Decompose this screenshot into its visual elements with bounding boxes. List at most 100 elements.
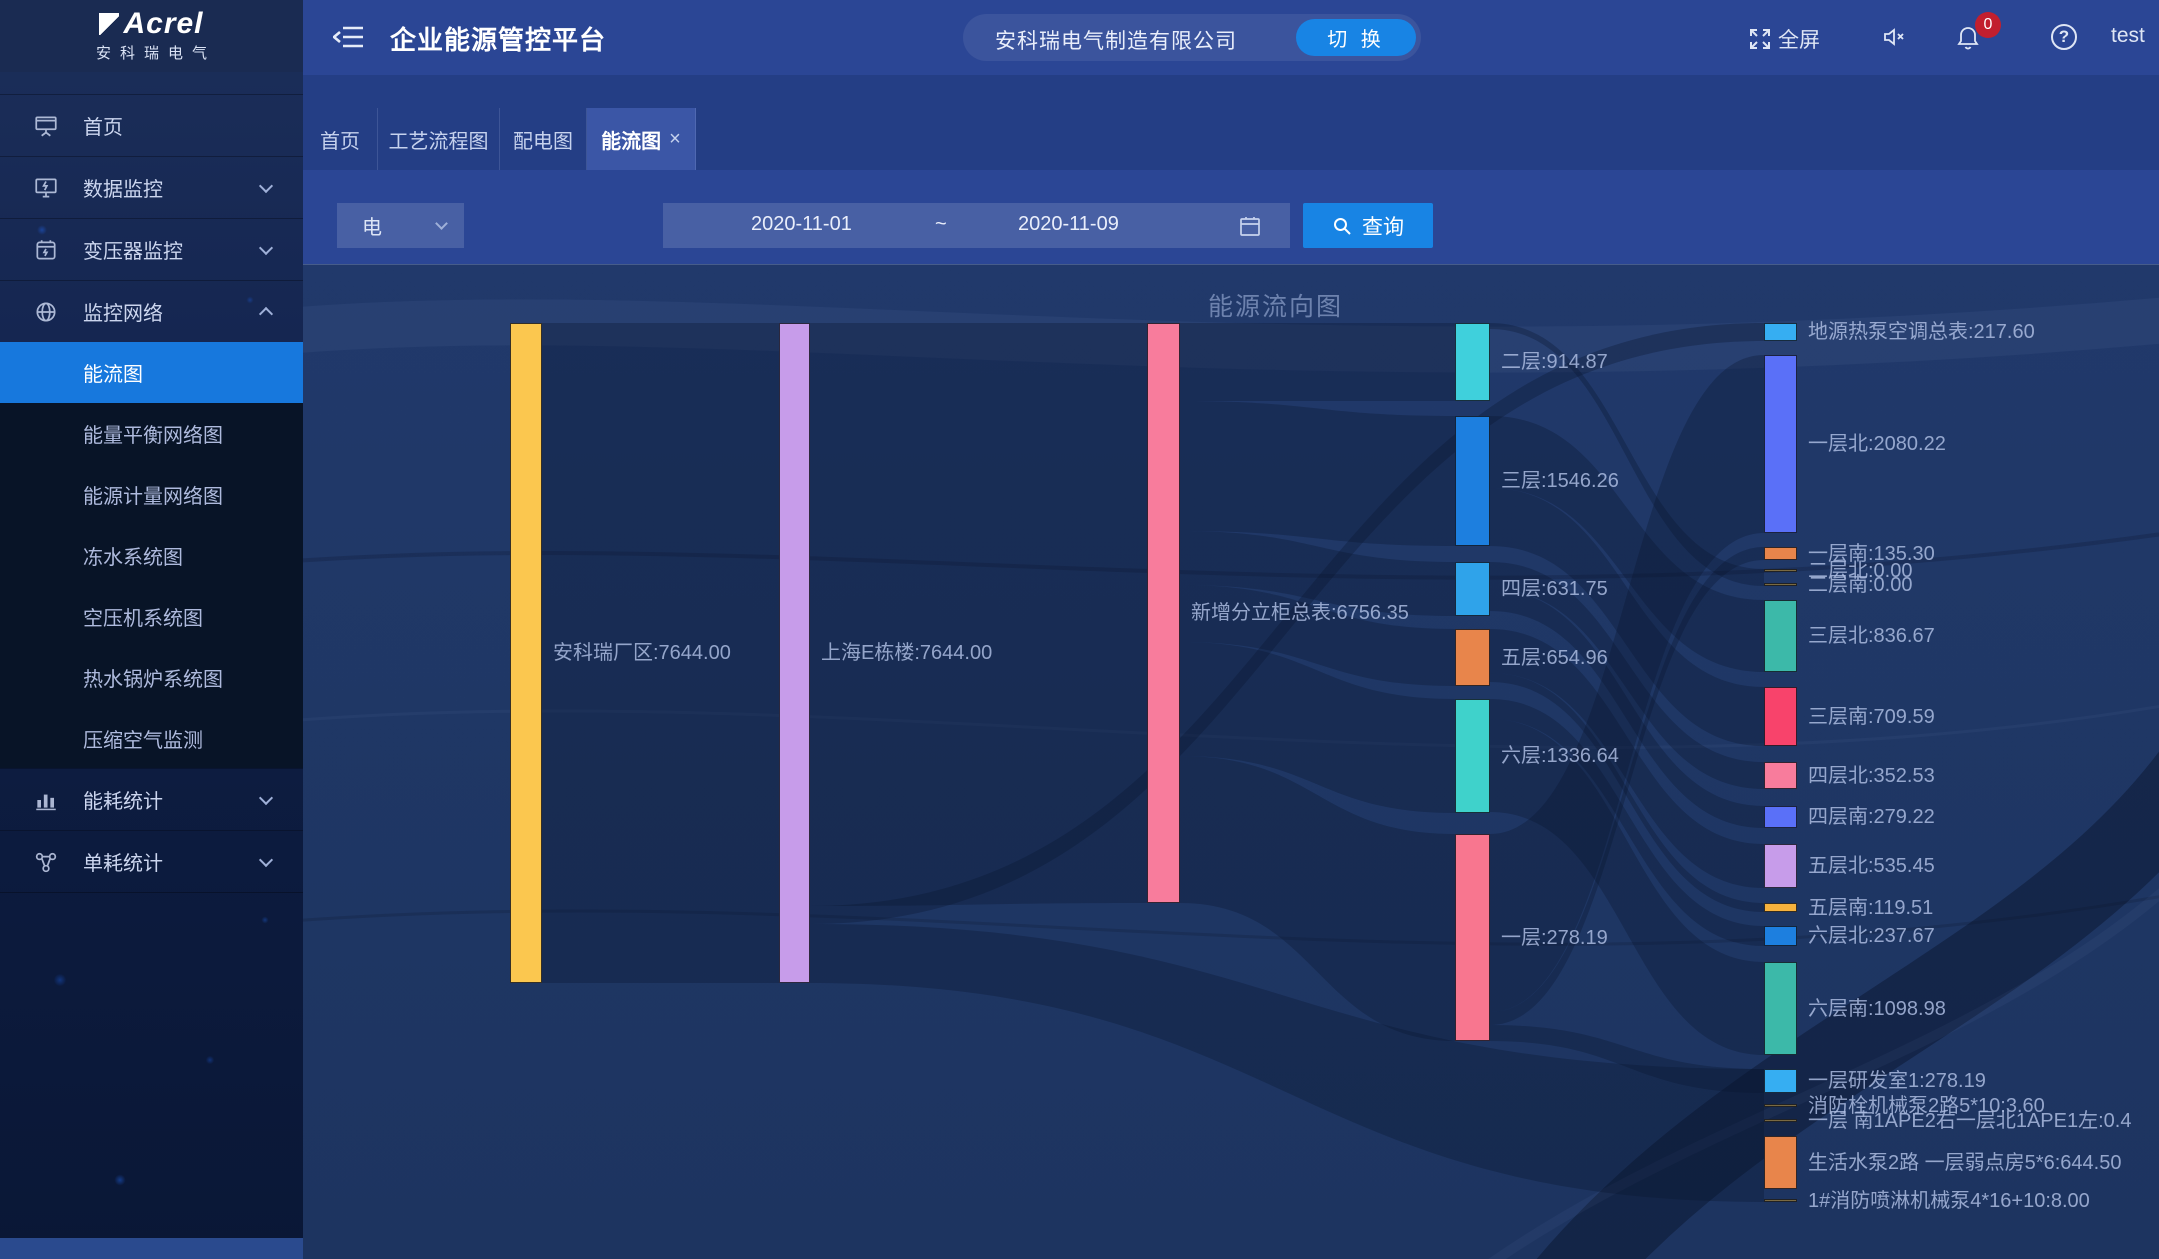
sankey-node[interactable] [1455, 834, 1490, 1041]
sankey-chart: 能源流向图 安科瑞厂区:7644.00上海E栋楼:7644.00新增分立柜总表:… [303, 264, 2159, 1259]
tab-process-flow[interactable]: 工艺流程图 [378, 108, 500, 170]
sankey-node-label: 上海E栋楼:7644.00 [821, 639, 992, 667]
sankey-node[interactable] [1764, 903, 1797, 912]
sankey-node-label: 三层南:709.59 [1808, 703, 1935, 731]
sankey-node[interactable] [1764, 844, 1797, 888]
chevron-down-icon [259, 852, 273, 866]
sankey-node-label: 一层:278.19 [1501, 924, 1608, 952]
sidebar-item-unit-consumption-stats[interactable]: 单耗统计 [0, 830, 303, 892]
switch-company-button[interactable]: 切 换 [1296, 19, 1416, 56]
linked-nodes-icon [33, 849, 59, 875]
sankey-node[interactable] [1764, 926, 1797, 946]
fullscreen-expand-icon [1748, 27, 1772, 51]
main-area: 企业能源管控平台 安科瑞电气制造有限公司 切 换 全屏 0 ? test 首页 … [303, 0, 2159, 1259]
sankey-node-label: 四层:631.75 [1501, 575, 1608, 603]
date-start-value: 2020-11-01 [751, 213, 852, 236]
sidebar-item-transformer-monitoring[interactable]: 变压器监控 [0, 218, 303, 280]
sankey-node[interactable] [1764, 323, 1797, 341]
tab-label: 配电图 [513, 125, 573, 154]
sankey-node-label: 一层 南1APE2右一层北1APE1左:0.4 [1808, 1107, 2131, 1135]
help-button[interactable]: ? [2051, 24, 2077, 50]
sidebar-item-label: 首页 [83, 111, 123, 140]
date-separator: ~ [935, 213, 947, 236]
sidebar-item-air-compressor-system[interactable]: 空压机系统图 [0, 586, 303, 647]
query-button-label: 查询 [1362, 211, 1404, 241]
chevron-down-icon [259, 790, 273, 804]
sankey-node[interactable] [1455, 699, 1490, 813]
sidebar-item-monitoring-network[interactable]: 监控网络 [0, 280, 303, 342]
sankey-node-label: 五层南:119.51 [1808, 894, 1933, 922]
top-header: 企业能源管控平台 安科瑞电气制造有限公司 切 换 全屏 0 ? test [303, 0, 2159, 75]
tab-power-distribution[interactable]: 配电图 [500, 108, 587, 170]
chart-title: 能源流向图 [1208, 287, 1343, 323]
sankey-node[interactable] [779, 323, 810, 983]
page-title: 企业能源管控平台 [390, 20, 606, 57]
sidebar-item-partial[interactable] [0, 1238, 303, 1259]
query-button[interactable]: 查询 [1303, 203, 1433, 248]
sidebar-item-label: 能流图 [83, 358, 143, 387]
sankey-node[interactable] [1764, 962, 1797, 1055]
sankey-node[interactable] [1764, 1119, 1797, 1122]
sidebar-divider [0, 892, 303, 893]
sidebar-item-energy-metering-network[interactable]: 能源计量网络图 [0, 464, 303, 525]
sankey-node[interactable] [1147, 323, 1180, 903]
network-globe-icon [33, 299, 59, 325]
sankey-node[interactable] [1455, 562, 1490, 616]
user-menu[interactable]: test [2111, 24, 2145, 48]
sankey-node-label: 四层南:279.22 [1808, 803, 1935, 831]
sankey-node-label: 一层研发室1:278.19 [1808, 1067, 1986, 1095]
sankey-node[interactable] [1455, 323, 1490, 401]
sidebar-item-energy-consumption-stats[interactable]: 能耗统计 [0, 768, 303, 830]
transformer-icon [33, 237, 59, 263]
sankey-node[interactable] [1764, 1199, 1797, 1202]
sankey-node-label: 二层:914.87 [1501, 348, 1608, 376]
sidebar-item-chilled-water-system[interactable]: 冻水系统图 [0, 525, 303, 586]
energy-type-select[interactable]: 电 [337, 203, 464, 248]
sankey-node-label: 地源热泵空调总表:217.60 [1808, 318, 2035, 346]
tab-energy-flow[interactable]: 能流图 × [587, 108, 696, 170]
sidebar-item-energy-flow[interactable]: 能流图 [0, 342, 303, 403]
tab-label: 工艺流程图 [389, 125, 489, 154]
sidebar-item-compressed-air-monitoring[interactable]: 压缩空气监测 [0, 708, 303, 769]
close-tab-icon[interactable]: × [669, 128, 681, 151]
sankey-node[interactable] [510, 323, 542, 983]
question-mark-icon: ? [2059, 27, 2069, 47]
sankey-node[interactable] [1764, 569, 1797, 572]
chevron-down-icon [435, 217, 448, 230]
app-root: { "logo": { "brand": "Acrel", "sub": "安科… [0, 0, 2159, 1259]
sidebar-item-label: 能源计量网络图 [83, 480, 223, 509]
sankey-node-label: 新增分立柜总表:6756.35 [1191, 599, 1409, 627]
sankey-node[interactable] [1764, 1136, 1797, 1189]
date-range-picker[interactable]: 2020-11-01 ~ 2020-11-09 [663, 203, 1290, 248]
brand-name: Acrel [99, 9, 203, 39]
sankey-node-label: 生活水泵2路 一层弱点房5*6:644.50 [1808, 1149, 2121, 1177]
sankey-node[interactable] [1764, 806, 1797, 828]
sankey-node-label: 三层北:836.67 [1808, 622, 1935, 650]
sankey-node-label: 六层南:1098.98 [1808, 995, 1946, 1023]
sankey-node[interactable] [1764, 355, 1797, 533]
sidebar-item-label: 压缩空气监测 [83, 724, 203, 753]
sankey-node[interactable] [1764, 762, 1797, 789]
sankey-node[interactable] [1764, 687, 1797, 746]
fullscreen-button[interactable]: 全屏 [1748, 24, 1820, 54]
sidebar-item-data-monitoring[interactable]: 数据监控 [0, 156, 303, 218]
sankey-node[interactable] [1764, 583, 1797, 586]
sidebar-item-energy-balance-network[interactable]: 能量平衡网络图 [0, 403, 303, 464]
filter-bar: 电 2020-11-01 ~ 2020-11-09 查询 [303, 170, 2159, 265]
sankey-node-label: 二层南:0.00 [1808, 571, 1912, 599]
collapse-sidebar-icon[interactable] [333, 22, 365, 52]
sidebar-item-home[interactable]: 首页 [0, 94, 303, 156]
sankey-node-label: 1#消防喷淋机械泵4*16+10:8.00 [1808, 1187, 2090, 1215]
sankey-node[interactable] [1764, 600, 1797, 672]
sankey-node[interactable] [1455, 629, 1490, 686]
mute-button[interactable] [1881, 24, 1907, 50]
sankey-node[interactable] [1764, 547, 1797, 560]
tab-home[interactable]: 首页 [303, 108, 378, 170]
sankey-node[interactable] [1764, 1104, 1797, 1107]
sankey-node[interactable] [1455, 416, 1490, 546]
fullscreen-label: 全屏 [1778, 24, 1820, 54]
sidebar-item-label: 变压器监控 [83, 235, 183, 264]
sankey-node[interactable] [1764, 1069, 1797, 1093]
sidebar-item-hot-water-boiler-system[interactable]: 热水锅炉系统图 [0, 647, 303, 708]
sankey-node-label: 六层北:237.67 [1808, 922, 1935, 950]
